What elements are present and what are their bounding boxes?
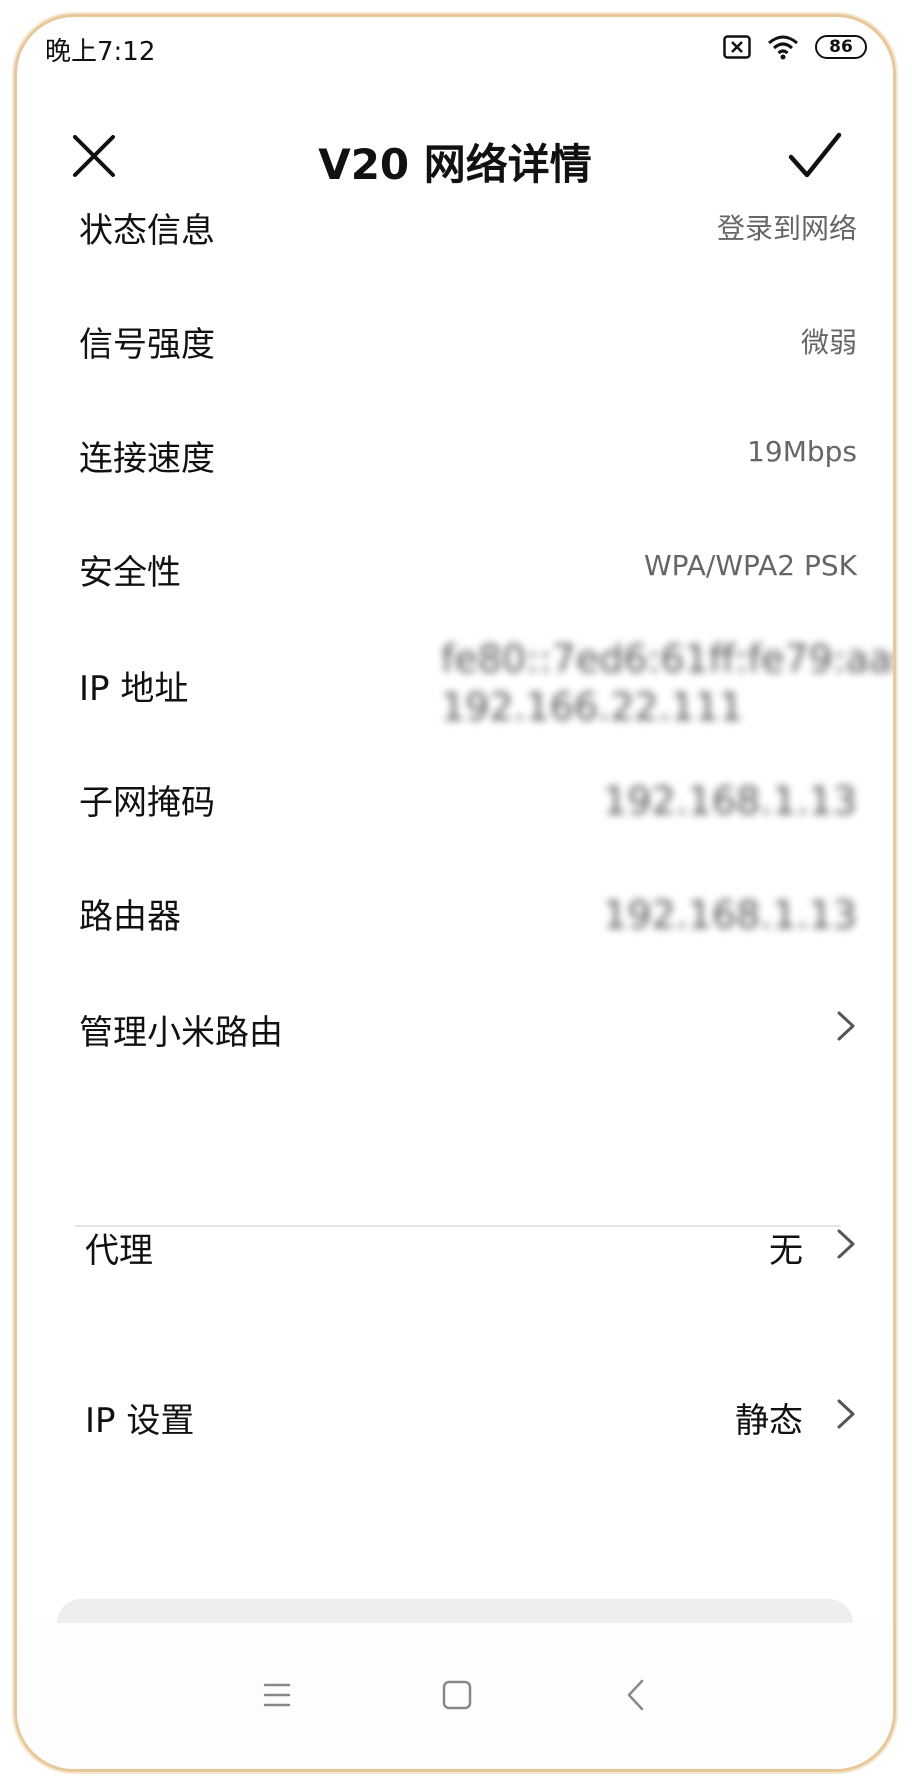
status-label: 状态信息 [79,211,215,251]
ip-value: fe80::7ed6:61ff:fe79:aas: 192.166.22.111 [441,635,896,731]
row-status: 状态信息 登录到网络 [79,193,857,253]
title-bar: V20 网络详情 [17,97,893,207]
signal-label: 信号强度 [79,325,215,365]
router-label: 路由器 [79,897,181,937]
page-title: V20 网络详情 [318,140,592,189]
phone-screen: 晚上7:12 86 V20 网络详情 状态信息 登录到网络 信号强度 微弱 连接… [14,14,896,1772]
status-value: 登录到网络 [716,212,857,245]
subnet-label: 子网掩码 [79,783,215,823]
ip-value-line2: 192.166.22.111 [441,685,744,729]
back-icon[interactable] [617,1675,657,1715]
wifi-icon [768,35,798,60]
check-icon[interactable] [787,131,843,181]
proxy-label: 代理 [85,1231,153,1271]
security-value: WPA/WPA2 PSK [643,549,857,582]
chevron-right-icon[interactable] [835,1397,857,1431]
ip-value-line1: fe80::7ed6:61ff:fe79:aas: [441,637,896,681]
row-router: 路由器 192.168.1.13 [79,879,857,939]
proxy-value: 无 [769,1231,803,1271]
sim-off-icon [723,35,751,59]
row-manage-router[interactable]: 管理小米路由 [79,995,857,1055]
status-bar: 晚上7:12 86 [17,17,893,77]
subnet-value: 192.168.1.13 [603,779,857,823]
router-value: 192.168.1.13 [603,893,857,937]
row-ip-settings[interactable]: IP 设置 静态 [79,1383,857,1443]
ip-settings-value: 静态 [735,1401,803,1441]
row-ip-address: IP 地址 fe80::7ed6:61ff:fe79:aas: 192.166.… [79,637,893,729]
row-subnet: 子网掩码 192.168.1.13 [79,765,857,825]
battery-icon: 86 [815,35,867,59]
speed-value: 19Mbps [747,435,857,468]
status-time: 晚上7:12 [45,37,156,67]
speed-label: 连接速度 [79,439,215,479]
ip-label: IP 地址 [79,669,189,709]
status-icons: 86 [723,31,867,63]
row-speed: 连接速度 19Mbps [79,421,857,481]
ip-settings-label: IP 设置 [85,1401,195,1441]
chevron-right-icon[interactable] [835,1227,857,1261]
row-proxy[interactable]: 代理 无 [79,1213,857,1273]
navigation-bar [17,1623,893,1769]
home-icon[interactable] [437,1675,477,1715]
security-label: 安全性 [79,553,181,593]
chevron-right-icon[interactable] [835,1009,857,1043]
menu-icon[interactable] [257,1675,297,1715]
row-signal: 信号强度 微弱 [79,307,857,367]
row-security: 安全性 WPA/WPA2 PSK [79,535,857,595]
signal-value: 微弱 [800,326,857,359]
manage-router-label: 管理小米路由 [79,1013,283,1053]
